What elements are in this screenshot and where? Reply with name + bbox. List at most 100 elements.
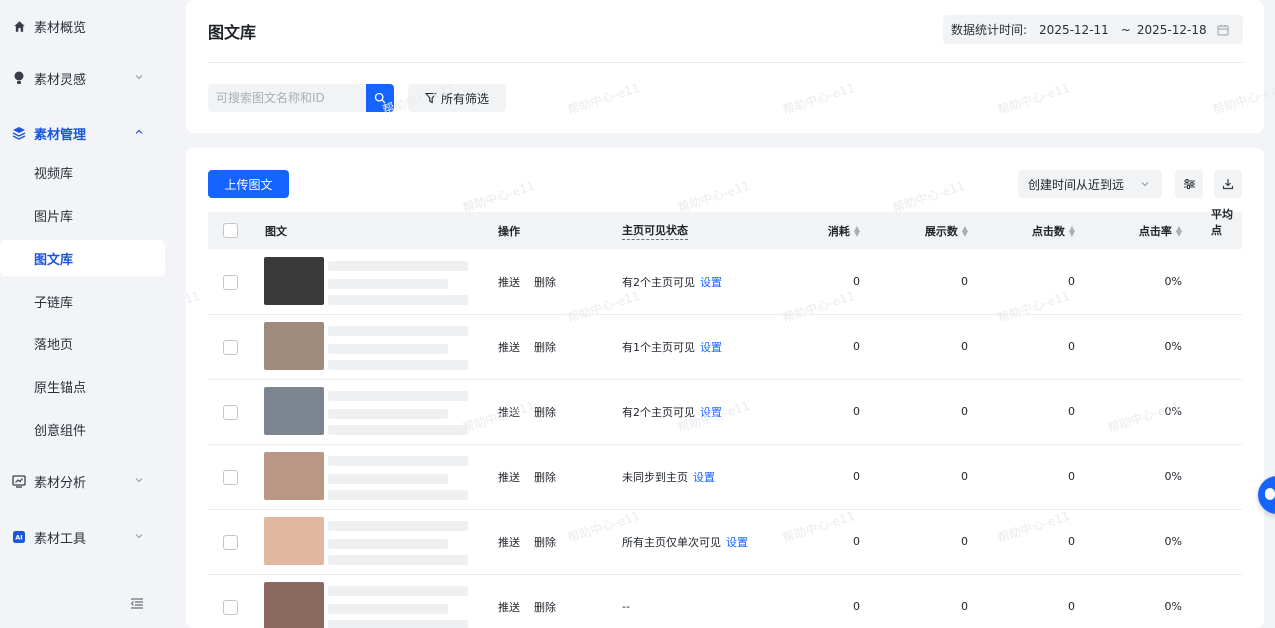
all-filters-button[interactable]: 所有筛选 xyxy=(408,84,506,112)
calendar-icon xyxy=(1217,24,1229,36)
ctr-cell: 0% xyxy=(1164,275,1182,288)
bulb-icon xyxy=(12,71,26,85)
visibility-text: -- xyxy=(622,600,630,613)
col-visibility[interactable]: 主页可见状态 xyxy=(622,212,688,249)
nav-material-tools[interactable]: AI 素材工具 xyxy=(0,517,186,557)
article-title-redacted xyxy=(328,360,468,370)
clicks-cell: 0 xyxy=(1068,340,1075,353)
article-title-redacted xyxy=(328,261,468,271)
impressions-cell: 0 xyxy=(961,600,968,613)
download-icon xyxy=(1222,179,1234,190)
article-thumbnail[interactable] xyxy=(264,452,324,500)
col-clicks[interactable]: 点击数 ▲ ▼ xyxy=(978,212,1075,249)
page-title: 图文库 xyxy=(208,23,257,42)
watermark: 帮助中心-e11 xyxy=(675,178,752,216)
setting-link[interactable]: 设置 xyxy=(700,274,722,290)
delete-link[interactable]: 删除 xyxy=(534,599,556,615)
setting-link[interactable]: 设置 xyxy=(693,469,715,485)
push-link[interactable]: 推送 xyxy=(498,534,520,550)
row-actions: 推送 删除 xyxy=(498,249,570,314)
delete-link[interactable]: 删除 xyxy=(534,404,556,420)
delete-link[interactable]: 删除 xyxy=(534,339,556,355)
layers-icon xyxy=(12,126,26,140)
col-impressions[interactable]: 展示数 ▲ ▼ xyxy=(868,212,968,249)
row-checkbox[interactable] xyxy=(223,275,238,290)
nav-material-management[interactable]: 素材管理 xyxy=(0,113,186,153)
search-input[interactable] xyxy=(208,84,366,112)
cost-cell: 0 xyxy=(853,340,860,353)
push-link[interactable]: 推送 xyxy=(498,599,520,615)
visibility-text: 有2个主页可见 xyxy=(622,405,695,419)
article-title-redacted xyxy=(328,586,468,596)
setting-link[interactable]: 设置 xyxy=(700,339,722,355)
visibility-status: 有2个主页可见 设置 xyxy=(622,379,722,444)
row-checkbox[interactable] xyxy=(223,535,238,550)
sidebar-item-label: 落地页 xyxy=(34,337,74,353)
article-thumbnail[interactable] xyxy=(264,582,324,628)
sort-icon: ▲ ▼ xyxy=(961,223,968,238)
nav-material-inspiration[interactable]: 素材灵感 xyxy=(0,58,186,98)
impressions-cell: 0 xyxy=(961,340,968,353)
article-thumbnail[interactable] xyxy=(264,322,324,370)
search-box xyxy=(208,84,394,112)
article-thumbnail[interactable] xyxy=(264,387,324,435)
row-checkbox[interactable] xyxy=(223,470,238,485)
nav-material-overview[interactable]: 素材概览 xyxy=(0,6,186,46)
row-actions: 推送 删除 xyxy=(498,509,570,574)
push-link[interactable]: 推送 xyxy=(498,404,520,420)
nav-label: 素材概览 xyxy=(34,20,87,36)
visibility-status: 有1个主页可见 设置 xyxy=(622,314,722,379)
setting-link[interactable]: 设置 xyxy=(700,404,722,420)
table-header: 图文 操作 主页可见状态 消耗 ▲ ▼ 展示数 ▲ ▼ 点击数 ▲ ▼ 点击率 ▲ ▼ 平均点 xyxy=(208,208,1242,249)
sidebar-item-native-anchor[interactable]: 原生锚点 xyxy=(0,368,186,404)
article-title-redacted xyxy=(328,409,448,419)
download-button[interactable] xyxy=(1214,170,1242,198)
visibility-text: 有2个主页可见 xyxy=(622,275,695,289)
collapse-sidebar-icon[interactable] xyxy=(130,598,145,611)
setting-link[interactable]: 设置 xyxy=(726,534,748,550)
article-thumbnail[interactable] xyxy=(264,257,324,305)
upload-article-button[interactable]: 上传图文 xyxy=(208,170,289,198)
sidebar-item-landing-page[interactable]: 落地页 xyxy=(0,325,186,361)
sidebar-item-label: 图片库 xyxy=(34,209,74,225)
article-title-redacted xyxy=(328,295,468,305)
chevron-up-icon xyxy=(134,126,146,138)
sort-select[interactable]: 创建时间从近到远 xyxy=(1018,170,1162,198)
push-link[interactable]: 推送 xyxy=(498,469,520,485)
row-checkbox[interactable] xyxy=(223,340,238,355)
col-ctr[interactable]: 点击率 ▲ ▼ xyxy=(1088,212,1182,249)
sidebar-item-creative-component[interactable]: 创意组件 xyxy=(0,411,186,447)
sidebar-item-image-library[interactable]: 图片库 xyxy=(0,197,186,233)
table-row: 推送 删除 所有主页仅单次可见 设置 0 0 0 0% xyxy=(208,509,1242,575)
row-actions: 推送 删除 xyxy=(498,379,570,444)
sidebar-item-sublink-library[interactable]: 子链库 xyxy=(0,283,186,319)
watermark: 帮助中心-e11 xyxy=(565,80,642,118)
delete-link[interactable]: 删除 xyxy=(534,469,556,485)
column-settings-button[interactable] xyxy=(1175,170,1203,198)
push-link[interactable]: 推送 xyxy=(498,274,520,290)
search-button[interactable] xyxy=(366,84,394,112)
article-title-redacted xyxy=(328,425,468,435)
row-checkbox[interactable] xyxy=(223,405,238,420)
article-title-redacted xyxy=(328,555,468,565)
visibility-status: 所有主页仅单次可见 设置 xyxy=(622,509,748,574)
watermark: 帮助中心-e11 xyxy=(460,178,537,216)
assistant-icon xyxy=(1265,488,1275,500)
col-cost[interactable]: 消耗 ▲ ▼ xyxy=(768,212,860,249)
ctr-cell: 0% xyxy=(1164,470,1182,483)
date-range-picker[interactable]: 数据统计时间: 2025-12-11 ~ 2025-12-18 xyxy=(943,15,1243,44)
article-thumbnail[interactable] xyxy=(264,517,324,565)
sliders-icon xyxy=(1183,179,1195,189)
nav-material-analysis[interactable]: 素材分析 xyxy=(0,461,186,501)
sort-value: 创建时间从近到远 xyxy=(1028,177,1125,192)
visibility-text: 有1个主页可见 xyxy=(622,340,695,354)
article-title-redacted xyxy=(328,604,448,614)
delete-link[interactable]: 删除 xyxy=(534,274,556,290)
table-row: 推送 删除 -- 0 0 0 0% xyxy=(208,574,1242,628)
sidebar-item-video-library[interactable]: 视频库 xyxy=(0,154,186,190)
sidebar-item-article-library[interactable]: 图文库 xyxy=(0,240,165,276)
row-checkbox[interactable] xyxy=(223,600,238,615)
push-link[interactable]: 推送 xyxy=(498,339,520,355)
select-all-checkbox[interactable] xyxy=(223,223,238,238)
delete-link[interactable]: 删除 xyxy=(534,534,556,550)
